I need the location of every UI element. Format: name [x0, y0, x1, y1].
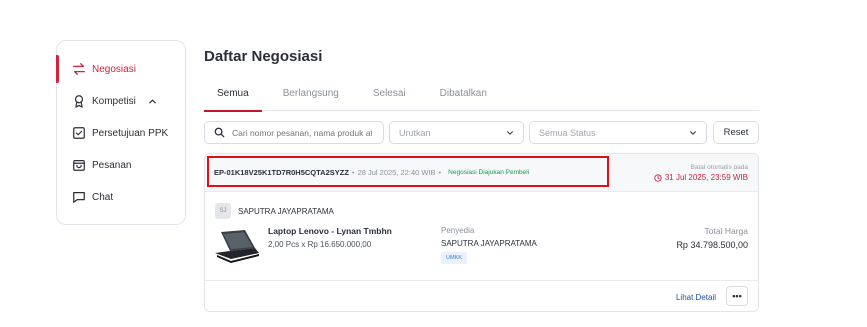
tab-selesai[interactable]: Selesai — [360, 82, 419, 111]
sidebar-item-pesanan[interactable]: Pesanan — [57, 149, 185, 181]
total-value: Rp 34.798.500,00 — [676, 240, 748, 250]
order-card-header: EP-01K18V25K1TD7R0H5CQTA2SYZZ • 28 Jul 2… — [205, 154, 758, 192]
order-card-footer: Lihat Detail ••• — [205, 280, 758, 311]
sidebar-item-negosiasi[interactable]: Negosiasi — [56, 53, 185, 85]
sidebar-item-label: Negosiasi — [92, 63, 136, 75]
chevron-up-icon[interactable] — [148, 97, 157, 106]
sidebar-item-kompetisi[interactable]: Kompetisi — [57, 85, 185, 117]
sidebar: Negosiasi Kompetisi Persetujuan PPK Pesa… — [56, 40, 186, 225]
tab-berlangsung[interactable]: Berlangsung — [270, 82, 352, 111]
sidebar-item-label: Kompetisi — [92, 95, 136, 107]
auto-cancel-label: Batal otomatis pada — [690, 164, 748, 171]
clock-icon — [654, 173, 662, 182]
status-select[interactable]: Semua Status — [529, 121, 707, 144]
status-select-label: Semua Status — [539, 127, 596, 138]
sidebar-item-chat[interactable]: Chat — [57, 181, 185, 213]
order-card: EP-01K18V25K1TD7R0H5CQTA2SYZZ • 28 Jul 2… — [204, 153, 759, 312]
provider-badge: UMKK — [441, 252, 467, 264]
more-options-button[interactable]: ••• — [726, 286, 748, 306]
provider-name: SAPUTRA JAYAPRATAMA — [441, 239, 537, 248]
sidebar-item-persetujuan-ppk[interactable]: Persetujuan PPK — [57, 117, 185, 149]
sort-select-label: Urutkan — [399, 127, 431, 138]
status-badge: Negosiasi Diajukan Pembeli — [448, 169, 530, 176]
sidebar-item-label: Persetujuan PPK — [92, 127, 169, 139]
auto-cancel-time-text: 31 Jul 2025, 23:59 WIB — [664, 173, 748, 182]
tab-dibatalkan[interactable]: Dibatalkan — [427, 82, 500, 111]
sidebar-item-label: Pesanan — [92, 159, 132, 171]
tab-bar: Semua Berlangsung Selesai Dibatalkan — [204, 82, 759, 112]
chat-bubble-icon — [72, 190, 86, 204]
page-title: Daftar Negosiasi — [204, 48, 323, 65]
search-icon — [214, 127, 225, 138]
search-box[interactable] — [204, 121, 384, 144]
tab-semua[interactable]: Semua — [204, 82, 262, 112]
chevron-down-icon — [507, 130, 513, 135]
avatar: SJ — [215, 203, 231, 219]
auto-cancel-time: 31 Jul 2025, 23:59 WIB — [654, 173, 748, 182]
arrows-exchange-icon — [72, 62, 86, 76]
shopping-bag-icon — [72, 158, 86, 172]
chevron-down-icon — [690, 130, 696, 135]
provider-label: Penyedia — [441, 226, 475, 235]
seller-row: SJ SAPUTRA JAYAPRATAMA — [215, 203, 334, 219]
order-id: EP-01K18V25K1TD7R0H5CQTA2SYZZ — [214, 168, 349, 177]
separator: • — [438, 168, 442, 177]
sidebar-item-label: Chat — [92, 191, 114, 203]
seller-name: SAPUTRA JAYAPRATAMA — [238, 206, 334, 216]
view-detail-link[interactable]: Lihat Detail — [676, 293, 716, 302]
order-summary: EP-01K18V25K1TD7R0H5CQTA2SYZZ • 28 Jul 2… — [214, 168, 529, 177]
total-label: Total Harga — [704, 226, 748, 236]
product-name: Laptop Lenovo - Lynan Tmbhn — [268, 226, 392, 236]
sort-select[interactable]: Urutkan — [389, 121, 524, 144]
product-quantity: 2,00 Pcs x Rp 16.650.000,00 — [268, 240, 372, 249]
separator: • — [351, 168, 355, 177]
product-image — [215, 230, 259, 263]
search-input[interactable] — [232, 127, 372, 138]
order-date: 28 Jul 2025, 22:40 WIB — [357, 168, 436, 177]
award-ribbon-icon — [72, 94, 86, 108]
reset-button[interactable]: Reset — [713, 121, 759, 144]
checkbox-icon — [72, 126, 86, 140]
